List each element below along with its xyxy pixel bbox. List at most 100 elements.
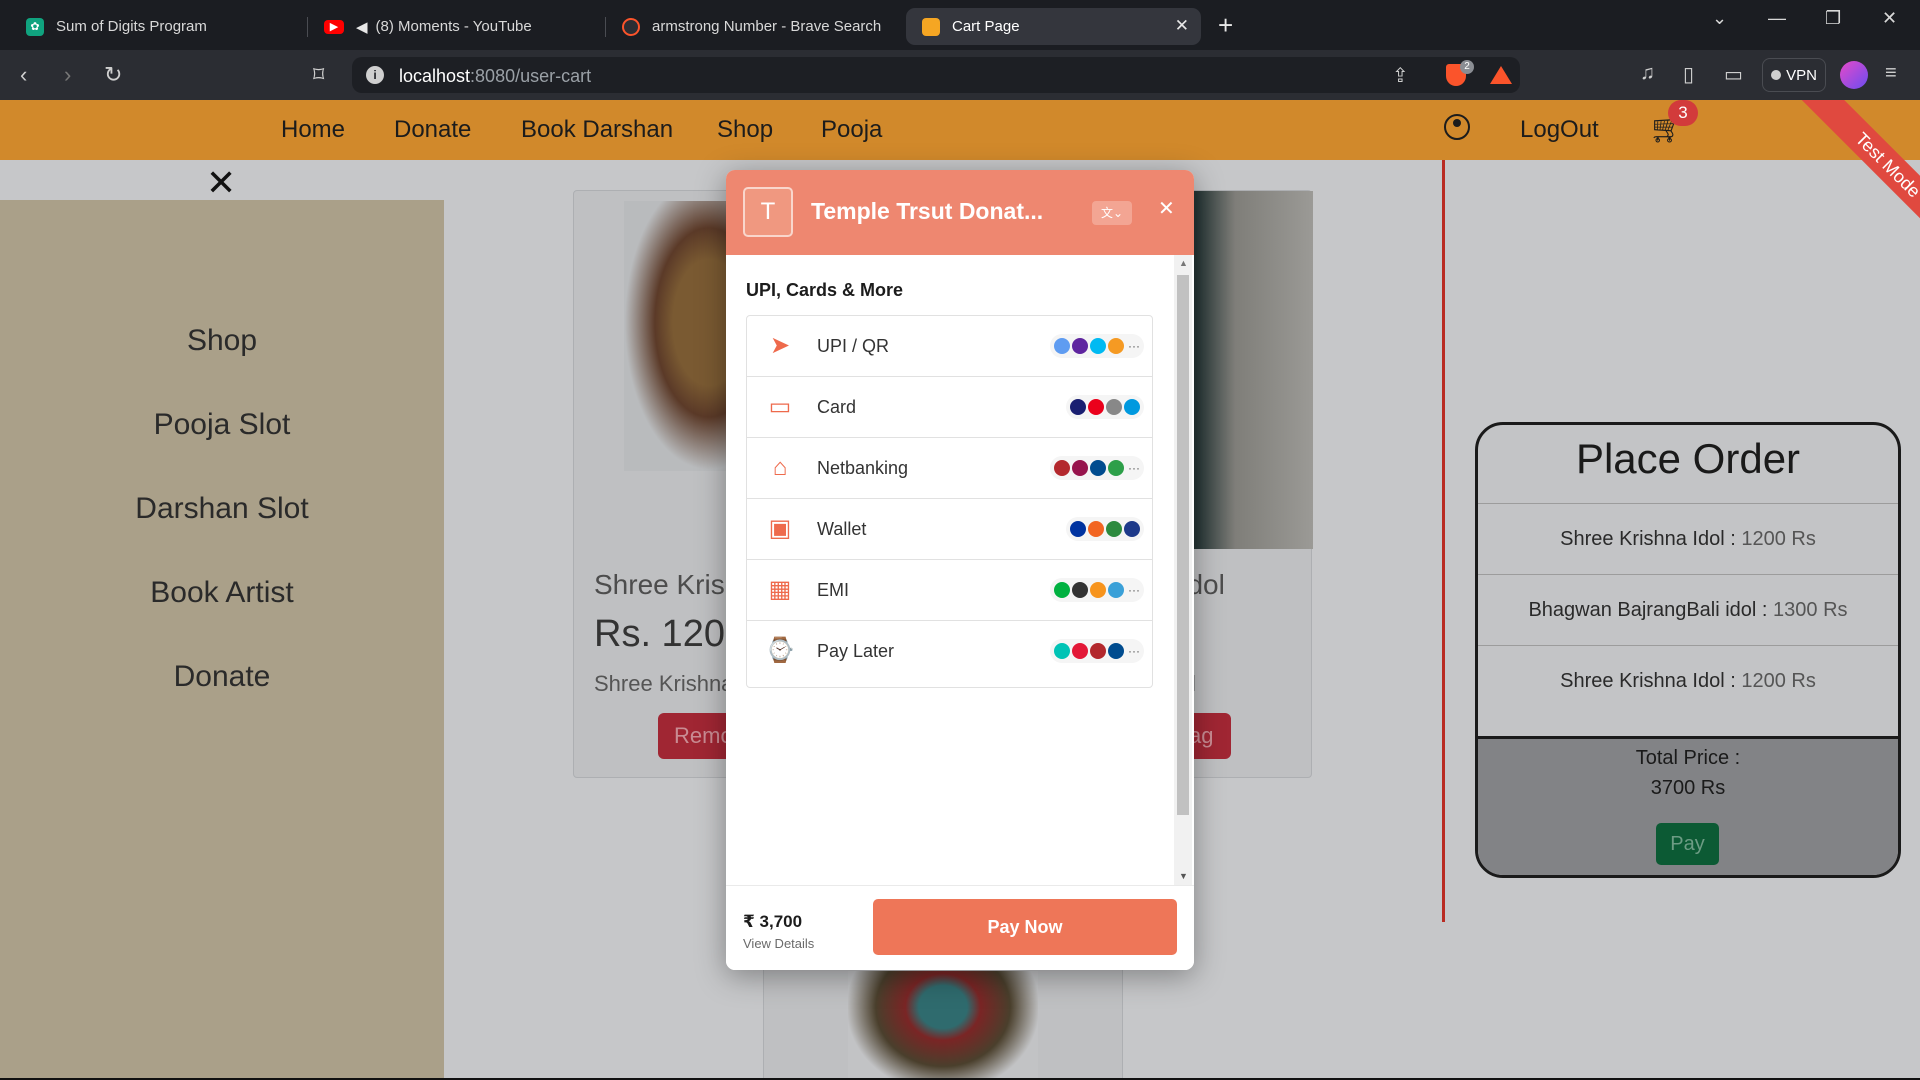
card-icon: ▭ — [768, 393, 792, 420]
tab-title: Cart Page — [952, 18, 1020, 35]
nav-book-darshan[interactable]: Book Darshan — [521, 116, 673, 144]
pay-button[interactable]: Pay — [1656, 823, 1719, 865]
brave-search-icon — [622, 17, 640, 36]
total-price-label: Total Price : — [1635, 747, 1741, 769]
vpn-button[interactable]: VPN — [1762, 58, 1826, 92]
close-window-icon[interactable]: ✕ — [1882, 8, 1897, 29]
close-tab-icon[interactable]: ✕ — [1175, 16, 1189, 36]
menu-icon[interactable]: ≡ — [1885, 62, 1897, 85]
payment-method-label: UPI / QR — [817, 336, 890, 356]
media-icon[interactable]: ♫ — [1640, 62, 1655, 85]
nav-home[interactable]: Home — [281, 116, 345, 144]
reload-icon[interactable]: ↻ — [104, 62, 122, 88]
user-icon[interactable] — [1444, 114, 1470, 140]
language-selector[interactable]: 文⌄ — [1092, 201, 1132, 225]
payment-section-title: UPI, Cards & More — [746, 280, 904, 300]
forward-icon[interactable]: › — [64, 62, 71, 88]
payment-method-label: Netbanking — [817, 458, 909, 478]
browser-toolbar: ‹ › ↻ ⌑ i localhost:8080/user-cart ⇪ 2 ♫… — [0, 50, 1920, 100]
nav-shop[interactable]: Shop — [717, 116, 773, 144]
tab-sum-of-digits[interactable]: ✿ Sum of Digits Program — [10, 8, 308, 45]
total-price-value: 3700 Rs — [1650, 777, 1726, 799]
payment-method-pay-later[interactable]: ⌚ Pay Later ··· — [747, 621, 1152, 687]
react-icon — [922, 17, 940, 36]
place-order-title: Place Order — [1575, 435, 1801, 482]
nav-donate[interactable]: Donate — [394, 116, 471, 144]
vpn-label: VPN — [1786, 66, 1817, 84]
order-item-price: 1200 Rs — [1741, 528, 1816, 550]
translate-icon: 文⌄ — [1100, 206, 1124, 220]
payment-footer: ₹ 3,700 View Details Pay Now — [726, 885, 1194, 970]
upi-icon: ➤ — [769, 332, 791, 359]
payment-method-card[interactable]: ▭ Card — [747, 377, 1152, 438]
divider — [1442, 160, 1445, 922]
site-navbar: Home Donate Book Darshan Shop Pooja LogO… — [0, 100, 1920, 160]
product-description: Shree Krishna I — [594, 671, 746, 696]
scroll-up-icon[interactable]: ▲ — [1179, 258, 1188, 268]
payment-method-label: EMI — [817, 580, 850, 600]
tab-search-chevron-icon[interactable]: ⌄ — [1712, 8, 1727, 29]
brave-rewards-icon[interactable] — [1490, 66, 1512, 84]
cart-count-badge: 3 — [1668, 100, 1698, 126]
site-info-icon[interactable]: i — [366, 66, 384, 84]
new-tab-icon[interactable]: + — [1218, 10, 1233, 41]
pay-now-button[interactable]: Pay Now — [873, 899, 1177, 955]
pay-later-icons: ··· — [1050, 639, 1144, 663]
restore-icon[interactable]: ❐ — [1825, 8, 1841, 29]
order-item-price: 1200 Rs — [1741, 670, 1816, 692]
youtube-icon: ▶ — [324, 19, 344, 34]
tab-youtube[interactable]: ▶ ◀ (8) Moments - YouTube — [308, 8, 606, 45]
payment-method-netbanking[interactable]: ⌂ Netbanking ··· — [747, 438, 1152, 499]
payment-method-label: Pay Later — [817, 641, 895, 661]
order-total-section: Total Price : 3700 Rs Pay — [1478, 736, 1898, 875]
payment-modal: T Temple Trsut Donat... 文⌄ ✕ UPI, Cards … — [726, 170, 1194, 970]
paylater-icon: ⌚ — [765, 637, 795, 664]
merchant-name: Temple Trsut Donat... — [811, 198, 1044, 224]
order-item-name: Bhagwan BajrangBali idol : — [1528, 599, 1768, 621]
payment-method-wallet[interactable]: ▣ Wallet — [747, 499, 1152, 560]
back-icon[interactable]: ‹ — [20, 62, 27, 88]
sidebar-item-pooja-slot[interactable]: Pooja Slot — [0, 408, 444, 442]
payment-amount: ₹ 3,700 — [743, 912, 803, 931]
sidebar-icon[interactable]: ▯ — [1683, 62, 1694, 87]
payment-scrollbar[interactable]: ▲ ▼ — [1174, 255, 1192, 885]
payment-method-label: Card — [817, 397, 857, 417]
close-sidebar-icon[interactable]: ✕ — [206, 162, 236, 204]
url-text[interactable]: localhost:8080/user-cart — [399, 66, 591, 87]
sidebar-item-shop[interactable]: Shop — [0, 324, 444, 358]
payment-method-list: ➤ UPI / QR ··· ▭ Card ⌂ Netbanking ··· ▣… — [746, 315, 1153, 688]
minimize-icon[interactable]: — — [1768, 8, 1786, 29]
tab-brave-search[interactable]: armstrong Number - Brave Search — [606, 8, 902, 45]
speaker-icon[interactable]: ◀ — [356, 18, 368, 36]
wallet-icons — [1066, 517, 1144, 541]
sidebar: Shop Pooja Slot Darshan Slot Book Artist… — [0, 200, 444, 1080]
merchant-logo: T — [743, 187, 793, 237]
share-icon[interactable]: ⇪ — [1392, 63, 1409, 88]
payment-method-label: Wallet — [817, 519, 867, 539]
profile-avatar[interactable] — [1840, 61, 1868, 89]
order-item-name: Shree Krishna Idol : — [1560, 528, 1736, 550]
tab-cart-page[interactable]: Cart Page ✕ — [906, 8, 1201, 45]
wallet-icon[interactable]: ▭ — [1724, 62, 1743, 87]
sidebar-item-darshan-slot[interactable]: Darshan Slot — [0, 492, 444, 526]
tab-title: armstrong Number - Brave Search — [652, 18, 882, 35]
address-bar[interactable]: i localhost:8080/user-cart ⇪ 2 — [352, 57, 1520, 93]
payment-method-upi[interactable]: ➤ UPI / QR ··· — [747, 316, 1152, 377]
logout-link[interactable]: LogOut — [1520, 116, 1599, 144]
view-details-link[interactable]: View Details — [743, 936, 814, 951]
tab-title: (8) Moments - YouTube — [375, 18, 532, 35]
scrollbar-thumb[interactable] — [1177, 275, 1189, 815]
tab-title: Sum of Digits Program — [56, 18, 207, 35]
bookmark-icon[interactable]: ⌑ — [313, 62, 324, 88]
payment-header: T Temple Trsut Donat... 文⌄ ✕ — [726, 170, 1194, 255]
close-modal-icon[interactable]: ✕ — [1158, 196, 1175, 221]
nav-pooja[interactable]: Pooja — [821, 116, 882, 144]
scroll-down-icon[interactable]: ▼ — [1179, 871, 1188, 881]
sidebar-item-donate[interactable]: Donate — [0, 660, 444, 694]
sidebar-item-book-artist[interactable]: Book Artist — [0, 576, 444, 610]
product-price: Rs. 1200 — [594, 613, 747, 655]
payment-method-emi[interactable]: ▦ EMI ··· — [747, 560, 1152, 621]
upi-apps-icons: ··· — [1050, 334, 1144, 358]
order-item-price: 1300 Rs — [1773, 599, 1848, 621]
bank-icons: ··· — [1050, 456, 1144, 480]
